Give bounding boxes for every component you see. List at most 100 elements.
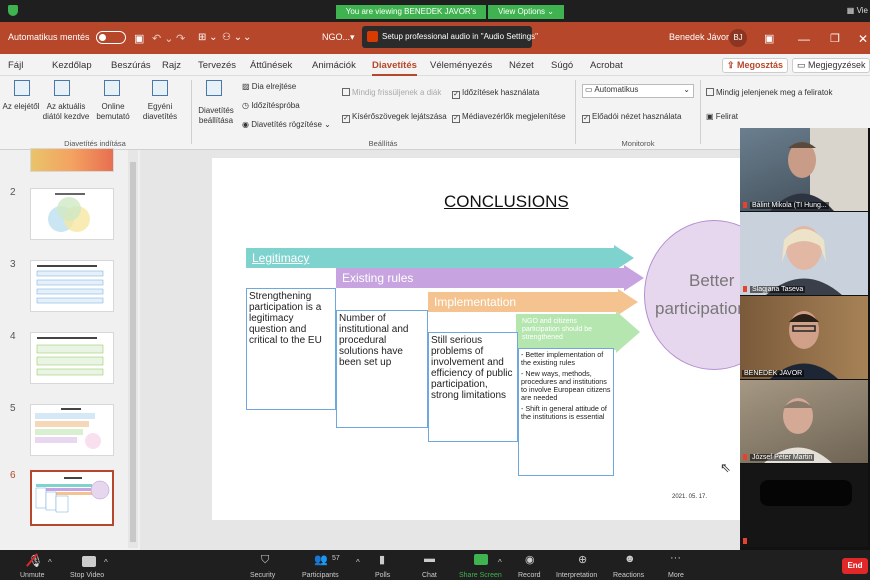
play-from-current-icon [54, 80, 70, 96]
autosave-toggle[interactable] [96, 31, 126, 44]
share-button[interactable]: ⇪ Megosztás [722, 58, 789, 73]
user-name[interactable]: Benedek Jávor [669, 32, 729, 42]
band-implementation: Implementation [428, 292, 618, 312]
globe-icon: ⊕ [578, 554, 588, 566]
play-from-start-icon [14, 80, 30, 96]
play-narrations-checkbox[interactable]: ✓ Kísérőszövegek lejátszása [342, 112, 447, 123]
checkmark-icon: ✓ [582, 115, 590, 123]
tab-insert[interactable]: Beszúrás [111, 60, 151, 71]
slideshow-icon[interactable]: ⊞ ⌄ [198, 32, 218, 43]
slide-thumbnail[interactable] [30, 148, 114, 172]
chat-button[interactable]: ▬ Chat [418, 552, 444, 580]
participant-video-active[interactable]: BENEDEK JAVOR [740, 296, 868, 379]
file-name[interactable]: NGO... [322, 32, 350, 42]
record-label: Record [518, 572, 541, 579]
from-current-button[interactable]: Az aktuális diától kezdve [38, 102, 94, 122]
participants-label: Participants [302, 572, 339, 579]
slide-thumbnail[interactable] [30, 260, 114, 312]
unmute-label: Unmute [20, 572, 45, 579]
ribbon-display-icon[interactable]: ▣ [764, 32, 774, 45]
show-media-label: Médiavezérlők megjelenítése [462, 112, 566, 121]
record-button[interactable]: ◉ Record [516, 552, 546, 580]
hide-slide-button[interactable]: ▨ Dia elrejtése [242, 82, 296, 92]
circle-text-line1: Better [689, 271, 735, 290]
avatar[interactable]: BJ [729, 29, 747, 47]
participant-silhouette [770, 311, 838, 379]
tab-acrobat[interactable]: Acrobat [590, 60, 623, 71]
slide-number: 2 [10, 187, 16, 198]
filename-chevron-icon[interactable]: ▾ [350, 32, 355, 43]
maximize-icon[interactable]: ❐ [830, 32, 840, 45]
tab-home[interactable]: Kezdőlap [52, 60, 92, 71]
audio-icon [367, 31, 378, 42]
redo-icon[interactable]: ↷ [176, 32, 185, 45]
more-button[interactable]: ··· More [664, 552, 692, 580]
slide-thumbnail[interactable] [30, 404, 114, 456]
use-timings-checkbox[interactable]: ✓ Időzítések használata [452, 88, 539, 99]
circle-text-line2: participation [655, 299, 747, 318]
slide-thumbnail[interactable] [30, 332, 114, 384]
tab-transitions[interactable]: Áttűnések [250, 60, 292, 71]
participant-video[interactable]: Bálint Mikola (TI Hung... [740, 128, 868, 211]
security-button[interactable]: ⛉ Security [250, 552, 284, 580]
reactions-button[interactable]: ☻ Reactions [612, 552, 648, 580]
undo-icon[interactable]: ↶ ⌄ [152, 32, 174, 45]
keep-fresh-checkbox[interactable]: Mindig frissüljenek a diák [342, 88, 441, 98]
more-dots-icon: ··· [670, 552, 681, 564]
chevron-up-icon[interactable]: ^ [356, 558, 360, 567]
presenter-view-checkbox[interactable]: ✓ Előadói nézet használata [582, 112, 681, 123]
participant-silhouette [766, 226, 842, 295]
online-present-button[interactable]: Online bemutató [92, 102, 134, 122]
participant-video[interactable]: Slagjana Taseva [740, 212, 868, 295]
customize-icon[interactable]: ⌄ [243, 32, 251, 43]
band-legitimacy: Legitimacy [246, 248, 614, 268]
close-icon[interactable]: ✕ [858, 32, 868, 46]
from-start-button[interactable]: Az elejétől [0, 102, 42, 112]
minimize-icon[interactable]: — [798, 32, 810, 46]
comments-button[interactable]: ▭ Megjegyzések [792, 58, 870, 73]
setup-show-button[interactable]: Diavetítés beállítása [196, 106, 236, 126]
subtitle-settings-button[interactable]: ▣ Felirat [706, 112, 738, 122]
autosave-label: Automatikus mentés [8, 32, 90, 42]
group-setup-label: Beállítás [368, 139, 398, 148]
show-media-checkbox[interactable]: ✓ Médiavezérlők megjelenítése [452, 112, 566, 123]
chevron-up-icon[interactable]: ^ [498, 558, 502, 567]
save-icon[interactable]: ▣ [134, 32, 144, 45]
tab-review[interactable]: Véleményezés [430, 60, 492, 71]
rehearse-label: Időzítéspróba [251, 101, 300, 110]
chevron-down-icon: ⌄ [683, 85, 690, 94]
quick-access-icon[interactable]: ⚇ ⌄ [222, 32, 242, 43]
record-show-button[interactable]: ◉ Diavetítés rögzítése ⌄ [242, 120, 331, 130]
slide-thumbnail[interactable] [30, 188, 114, 240]
thumbnail-scrollbar[interactable] [128, 150, 138, 548]
tab-design[interactable]: Tervezés [198, 60, 236, 71]
chevron-up-icon[interactable]: ^ [48, 558, 52, 567]
audio-settings-popup[interactable]: Setup professional audio in "Audio Setti… [362, 26, 538, 48]
custom-show-icon [152, 80, 168, 96]
tab-slideshow[interactable]: Diavetítés [372, 60, 417, 76]
custom-show-button[interactable]: Egyéni diavetítés [136, 102, 184, 122]
tab-animations[interactable]: Animációk [312, 60, 356, 71]
record-label: Diavetítés rögzítése [251, 120, 322, 129]
checkbox-icon [706, 88, 714, 96]
view-button[interactable]: ▦ Vie [847, 6, 868, 15]
polls-button[interactable]: ▮ Polls [372, 552, 398, 580]
participants-button[interactable]: 👥 57 Participants [302, 552, 352, 580]
interpretation-button[interactable]: ⊕ Interpretation [556, 552, 612, 580]
rehearse-button[interactable]: ◷ Időzítéspróba [242, 101, 300, 111]
more-label: More [668, 572, 684, 579]
slide-thumbnail-selected[interactable] [30, 470, 114, 526]
tab-file[interactable]: Fájl [8, 60, 23, 71]
checkmark-icon: ✓ [452, 115, 460, 123]
participant-video-off[interactable] [740, 464, 868, 547]
monitor-value: Automatikus [594, 85, 639, 94]
tab-view[interactable]: Nézet [509, 60, 534, 71]
monitor-select[interactable]: ▭ Automatikus ⌄ [582, 84, 694, 98]
chevron-up-icon[interactable]: ^ [104, 558, 108, 567]
always-subtitles-checkbox[interactable]: Mindig jelenjenek meg a feliratok [706, 88, 833, 98]
view-options-button[interactable]: View Options ⌄ [488, 5, 564, 19]
participant-video[interactable]: József Péter Martin [740, 380, 868, 463]
tab-help[interactable]: Súgó [551, 60, 573, 71]
end-meeting-button[interactable]: End [842, 558, 868, 574]
tab-draw[interactable]: Rajz [162, 60, 181, 71]
